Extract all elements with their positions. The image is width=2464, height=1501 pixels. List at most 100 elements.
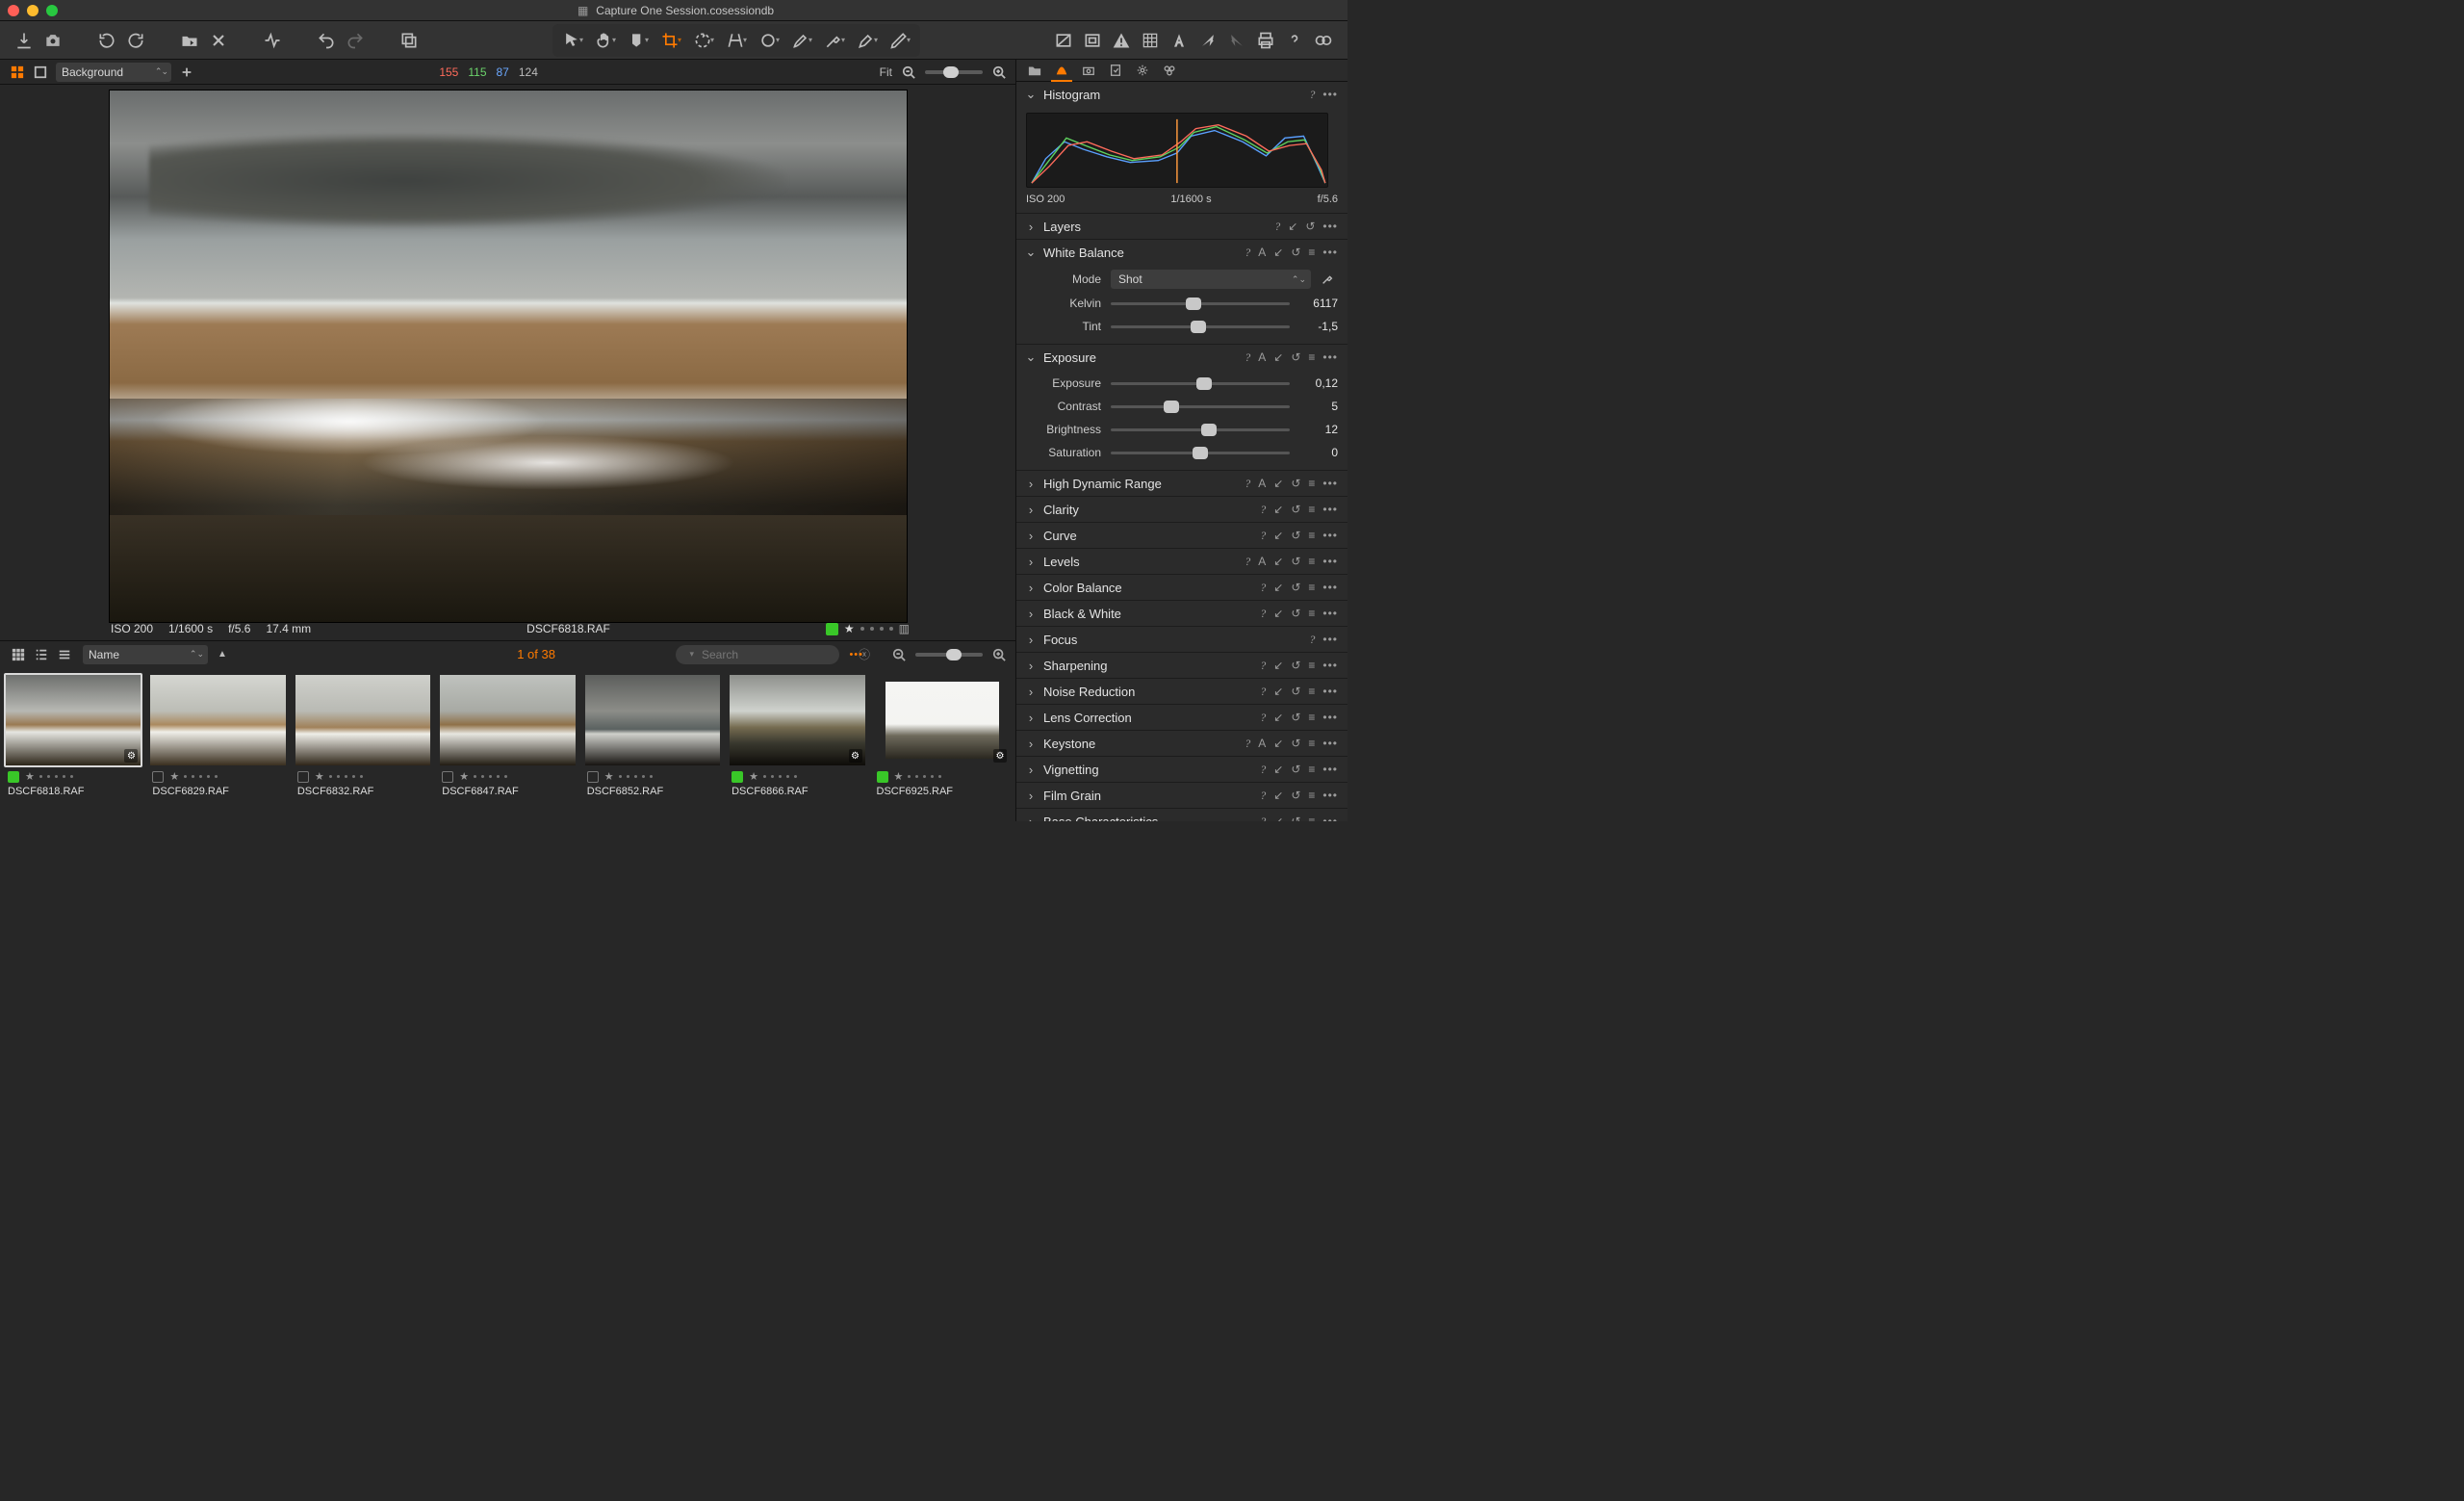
capture-icon[interactable]: [38, 26, 67, 55]
keystone-tool-icon[interactable]: ▾: [722, 26, 751, 55]
pointer-tool-icon[interactable]: ▾: [558, 26, 587, 55]
more-icon[interactable]: •••: [1322, 220, 1338, 233]
more-icon[interactable]: •••: [1322, 246, 1338, 259]
rating[interactable]: ★: [894, 770, 942, 783]
search-input[interactable]: [700, 647, 853, 662]
more-icon[interactable]: •••: [1322, 88, 1338, 101]
copy-icon[interactable]: ↙: [1273, 581, 1283, 594]
reset-icon[interactable]: ↺: [1291, 581, 1300, 594]
help-icon[interactable]: ?: [1260, 815, 1266, 822]
thumbnail[interactable]: ⚙★DSCF6818.RAF: [4, 673, 142, 819]
copy-icon[interactable]: ↙: [1273, 246, 1283, 259]
exposure-sim-icon[interactable]: [1078, 26, 1107, 55]
help-icon[interactable]: ?: [1245, 477, 1250, 491]
variant-icon[interactable]: ▥: [899, 622, 910, 635]
chevron-right-icon[interactable]: ›: [1026, 789, 1036, 803]
single-view-icon[interactable]: [33, 65, 48, 80]
zoom-fit-label[interactable]: Fit: [880, 65, 892, 79]
color-tag[interactable]: [8, 771, 19, 783]
thumbnail[interactable]: ⚙★DSCF6829.RAF: [148, 673, 287, 819]
preset-icon[interactable]: ≡: [1308, 789, 1315, 802]
viewer[interactable]: [0, 85, 1015, 617]
copy-icon[interactable]: ↙: [1273, 529, 1283, 542]
browser-search[interactable]: ▾ ⓧ: [676, 645, 839, 664]
preview-image[interactable]: [109, 90, 908, 623]
loupe-icon[interactable]: [1309, 26, 1338, 55]
preset-icon[interactable]: ≡: [1308, 607, 1315, 620]
copy-icon[interactable]: ↙: [1273, 789, 1283, 802]
chevron-right-icon[interactable]: ›: [1026, 581, 1036, 595]
reset-icon[interactable]: ↺: [1291, 246, 1300, 259]
thumbnail[interactable]: ⚙★DSCF6925.RAF: [873, 673, 1012, 819]
warning-icon[interactable]: [1107, 26, 1136, 55]
more-icon[interactable]: •••: [1322, 633, 1338, 646]
sort-select[interactable]: Name: [83, 645, 208, 664]
auto-icon[interactable]: A: [1258, 246, 1266, 259]
preset-icon[interactable]: ≡: [1308, 581, 1315, 594]
preset-icon[interactable]: ≡: [1308, 503, 1315, 516]
more-icon[interactable]: •••: [1322, 789, 1338, 802]
preset-icon[interactable]: ≡: [1308, 763, 1315, 776]
saturation-slider[interactable]: [1111, 452, 1290, 454]
copy-icon[interactable]: ↙: [1288, 220, 1297, 233]
move-to-folder-icon[interactable]: [175, 26, 204, 55]
help-icon[interactable]: ?: [1260, 529, 1266, 543]
brightness-value[interactable]: 12: [1299, 423, 1338, 436]
copy-icon[interactable]: ↙: [1273, 503, 1283, 516]
delete-icon[interactable]: [204, 26, 233, 55]
kelvin-slider[interactable]: [1111, 302, 1290, 305]
browser[interactable]: ⚙★DSCF6818.RAF⚙★DSCF6829.RAF⚙★DSCF6832.R…: [0, 667, 1015, 821]
help-icon[interactable]: ?: [1260, 763, 1266, 777]
sort-direction-icon[interactable]: ▲: [218, 649, 227, 660]
add-layer-icon[interactable]: [179, 65, 194, 80]
tab-capture-icon[interactable]: [1080, 60, 1097, 81]
zoom-window-button[interactable]: [46, 5, 58, 16]
zoom-slider[interactable]: [925, 70, 983, 74]
reset-icon[interactable]: ↺: [1291, 737, 1300, 750]
exposure-slider[interactable]: [1111, 382, 1290, 385]
brush-mask-tool-icon[interactable]: ▾: [787, 26, 816, 55]
more-icon[interactable]: •••: [1322, 711, 1338, 724]
more-icon[interactable]: •••: [1322, 503, 1338, 516]
help-icon[interactable]: ?: [1309, 88, 1315, 102]
auto-icon[interactable]: A: [1258, 477, 1266, 490]
zoom-out-icon[interactable]: [902, 65, 915, 79]
help-icon[interactable]: ?: [1260, 659, 1266, 673]
more-icon[interactable]: •••: [1322, 529, 1338, 542]
rating[interactable]: ★: [315, 770, 363, 783]
more-icon[interactable]: •••: [1322, 685, 1338, 698]
more-icon[interactable]: •••: [1322, 477, 1338, 490]
preset-icon[interactable]: ≡: [1308, 529, 1315, 542]
more-icon[interactable]: •••: [1322, 659, 1338, 672]
rating[interactable]: ★: [749, 770, 797, 783]
copy-icon[interactable]: ↙: [1273, 815, 1283, 821]
reset-adjustments-icon[interactable]: [258, 26, 287, 55]
contrast-value[interactable]: 5: [1299, 400, 1338, 413]
tint-value[interactable]: -1,5: [1299, 320, 1338, 333]
chevron-right-icon[interactable]: ›: [1026, 477, 1036, 491]
preset-icon[interactable]: ≡: [1308, 555, 1315, 568]
thumbnail[interactable]: ⚙★DSCF6852.RAF: [583, 673, 722, 819]
copy-adjust-icon[interactable]: [1194, 26, 1222, 55]
copy-stack-icon[interactable]: [395, 26, 424, 55]
copy-icon[interactable]: ↙: [1273, 555, 1283, 568]
brightness-slider[interactable]: [1111, 428, 1290, 431]
chevron-right-icon[interactable]: ›: [1026, 815, 1036, 822]
copy-icon[interactable]: ↙: [1273, 350, 1283, 364]
help-icon[interactable]: [1280, 26, 1309, 55]
help-icon[interactable]: ?: [1260, 503, 1266, 517]
color-tag[interactable]: [587, 771, 599, 783]
more-icon[interactable]: •••: [1322, 607, 1338, 620]
eyedropper-tool-icon[interactable]: ▾: [820, 26, 849, 55]
help-icon[interactable]: ?: [1260, 711, 1266, 725]
tab-exposure-icon[interactable]: [1053, 60, 1070, 81]
saturation-value[interactable]: 0: [1299, 446, 1338, 459]
spot-tool-icon[interactable]: ▾: [755, 26, 783, 55]
paste-adjust-icon[interactable]: [1222, 26, 1251, 55]
more-icon[interactable]: •••: [1322, 581, 1338, 594]
thumb-zoom-slider[interactable]: [915, 653, 983, 657]
reset-icon[interactable]: ↺: [1291, 659, 1300, 672]
copy-icon[interactable]: ↙: [1273, 763, 1283, 776]
print-icon[interactable]: [1251, 26, 1280, 55]
rotate-tool-icon[interactable]: ▾: [689, 26, 718, 55]
